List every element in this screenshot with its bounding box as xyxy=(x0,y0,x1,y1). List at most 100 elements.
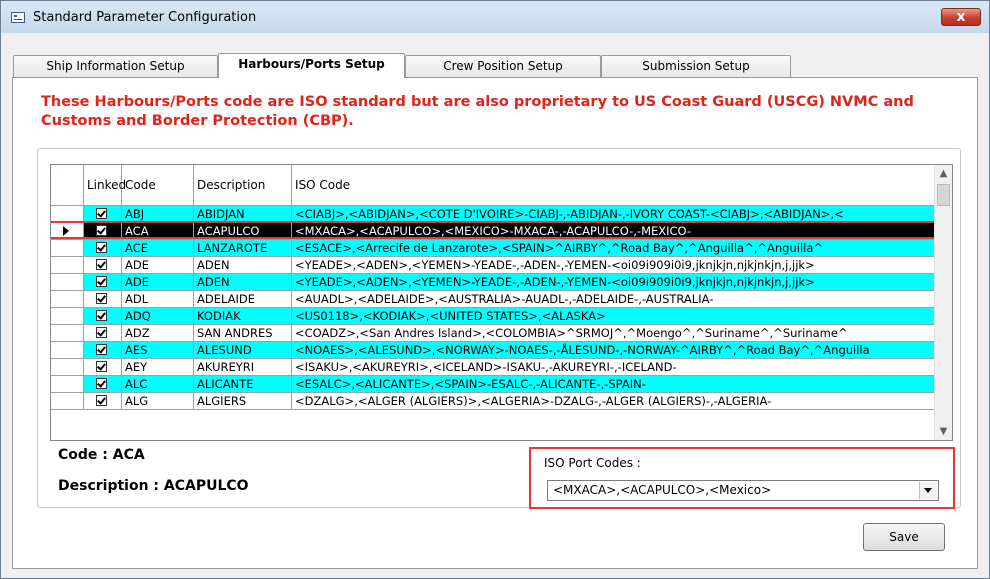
table-row[interactable]: AEY AKUREYRI <ISAKU>,<AKUREYRI>,<ICELAND… xyxy=(51,359,937,376)
linked-checkbox[interactable] xyxy=(96,293,107,304)
config-window: Standard Parameter Configuration x Ship … xyxy=(0,0,990,579)
table-row[interactable]: ADL ADELAIDE <AUADL>,<ADELAIDE>,<AUSTRAL… xyxy=(51,291,937,308)
tab-crew-position[interactable]: Crew Position Setup xyxy=(405,55,601,77)
chevron-down-icon[interactable] xyxy=(919,482,937,499)
linked-cell[interactable] xyxy=(84,325,122,341)
tab-ship-information[interactable]: Ship Information Setup xyxy=(13,55,218,77)
app-icon xyxy=(11,12,25,23)
selected-description-label: Description : ACAPULCO xyxy=(58,478,249,494)
linked-cell[interactable] xyxy=(84,376,122,392)
tab-harbours-ports[interactable]: Harbours/Ports Setup xyxy=(218,53,405,78)
table-row-selected[interactable]: ACA ACAPULCO <MXACA>,<ACAPULCO>,<MEXICO>… xyxy=(51,221,937,240)
header-description[interactable]: Description xyxy=(194,165,292,205)
linked-cell[interactable] xyxy=(84,257,122,273)
iso-code-cell: <DZALG>,<ALGER (ALGIERS)>,<ALGERIA>-DZAL… xyxy=(292,393,937,409)
description-cell: ADEN xyxy=(194,257,292,273)
linked-checkbox[interactable] xyxy=(96,378,107,389)
linked-checkbox[interactable] xyxy=(96,310,107,321)
row-selector[interactable] xyxy=(51,206,84,222)
linked-checkbox[interactable] xyxy=(96,242,107,253)
iso-port-codes-dropdown[interactable]: <MXACA>,<ACAPULCO>,<Mexico> xyxy=(547,480,939,501)
iso-code-cell: <CIABJ>,<ABIDJAN>,<COTE D'IVOIRE>-CIABJ-… xyxy=(292,206,937,222)
table-row[interactable]: ALG ALGIERS <DZALG>,<ALGER (ALGIERS)>,<A… xyxy=(51,393,937,410)
code-cell: ACE xyxy=(122,240,194,256)
iso-code-cell: <YEADE>,<ADEN>,<YEMEN>-YEADE-,-ADEN-,-YE… xyxy=(292,257,937,273)
ports-group: Linked Code Description ISO Code ABJ ABI… xyxy=(37,148,961,509)
linked-cell[interactable] xyxy=(84,308,122,324)
linked-checkbox[interactable] xyxy=(96,225,107,236)
linked-cell[interactable] xyxy=(84,223,122,239)
title-bar: Standard Parameter Configuration x xyxy=(1,1,989,33)
description-cell: LANZAROTE xyxy=(194,240,292,256)
row-selector[interactable] xyxy=(51,291,84,307)
iso-port-codes-value: <MXACA>,<ACAPULCO>,<Mexico> xyxy=(553,483,772,497)
grid-vertical-scrollbar[interactable]: ▲ ▼ xyxy=(934,165,952,440)
code-cell: ADE xyxy=(122,274,194,290)
description-cell: ADEN xyxy=(194,274,292,290)
row-selector[interactable] xyxy=(51,325,84,341)
linked-cell[interactable] xyxy=(84,274,122,290)
iso-port-codes-box: ISO Port Codes : <MXACA>,<ACAPULCO>,<Mex… xyxy=(529,447,955,509)
iso-code-cell: <COADZ>,<San Andres Island>,<COLOMBIA>^S… xyxy=(292,325,937,341)
row-selector[interactable] xyxy=(51,257,84,273)
row-selector[interactable] xyxy=(51,223,84,239)
row-selector[interactable] xyxy=(51,393,84,409)
table-row[interactable]: ALC ALICANTE <ESALC>,<ALICANTE>,<SPAIN>-… xyxy=(51,376,937,393)
ports-grid[interactable]: Linked Code Description ISO Code ABJ ABI… xyxy=(50,164,953,441)
table-row[interactable]: AES ALESUND <NOAES>,<ALESUND>,<NORWAY>-N… xyxy=(51,342,937,359)
linked-cell[interactable] xyxy=(84,206,122,222)
row-selector[interactable] xyxy=(51,342,84,358)
row-selector[interactable] xyxy=(51,240,84,256)
scroll-down-icon[interactable]: ▼ xyxy=(935,423,952,440)
linked-cell[interactable] xyxy=(84,393,122,409)
description-cell: ACAPULCO xyxy=(194,223,292,239)
linked-checkbox[interactable] xyxy=(96,395,107,406)
iso-code-cell: <ESACE>,<Arrecife de Lanzarote>,<SPAIN>^… xyxy=(292,240,937,256)
header-code[interactable]: Code xyxy=(122,165,194,205)
grid-rows: ABJ ABIDJAN <CIABJ>,<ABIDJAN>,<COTE D'IV… xyxy=(51,206,937,410)
iso-code-cell: <ESALC>,<ALICANTE>,<SPAIN>-ESALC-,-ALICA… xyxy=(292,376,937,392)
linked-cell[interactable] xyxy=(84,240,122,256)
linked-cell[interactable] xyxy=(84,342,122,358)
scroll-thumb[interactable] xyxy=(937,184,950,206)
iso-notice: These Harbours/Ports code are ISO standa… xyxy=(41,94,914,129)
linked-checkbox[interactable] xyxy=(96,259,107,270)
table-row[interactable]: ADE ADEN <YEADE>,<ADEN>,<YEMEN>-YEADE-,-… xyxy=(51,274,937,291)
linked-checkbox[interactable] xyxy=(96,361,107,372)
linked-checkbox[interactable] xyxy=(96,344,107,355)
row-selector[interactable] xyxy=(51,359,84,375)
table-row[interactable]: ACE LANZAROTE <ESACE>,<Arrecife de Lanza… xyxy=(51,240,937,257)
tab-submission[interactable]: Submission Setup xyxy=(601,55,791,77)
linked-checkbox[interactable] xyxy=(96,208,107,219)
iso-code-cell: <US0118>,<KODIAK>,<UNITED STATES>,<ALASK… xyxy=(292,308,937,324)
table-row[interactable]: ADQ KODIAK <US0118>,<KODIAK>,<UNITED STA… xyxy=(51,308,937,325)
description-cell: ABIDJAN xyxy=(194,206,292,222)
table-row[interactable]: ADE ADEN <YEADE>,<ADEN>,<YEMEN>-YEADE-,-… xyxy=(51,257,937,274)
selected-code-label: Code : ACA xyxy=(58,447,145,463)
iso-code-cell: <NOAES>,<ALESUND>,<NORWAY>-NOAES-,-ÅLESU… xyxy=(292,342,937,358)
iso-code-cell: <YEADE>,<ADEN>,<YEMEN>-YEADE-,-ADEN-,-YE… xyxy=(292,274,937,290)
row-selector[interactable] xyxy=(51,376,84,392)
header-linked[interactable]: Linked xyxy=(84,165,126,205)
iso-port-codes-label: ISO Port Codes : xyxy=(544,456,641,470)
row-selector[interactable] xyxy=(51,274,84,290)
save-button[interactable]: Save xyxy=(863,523,945,551)
description-cell: SAN ANDRES xyxy=(194,325,292,341)
code-cell: AES xyxy=(122,342,194,358)
window-title: Standard Parameter Configuration xyxy=(33,10,257,25)
table-row[interactable]: ABJ ABIDJAN <CIABJ>,<ABIDJAN>,<COTE D'IV… xyxy=(51,206,937,223)
linked-checkbox[interactable] xyxy=(96,276,107,287)
code-cell: ADL xyxy=(122,291,194,307)
code-cell: AEY xyxy=(122,359,194,375)
table-row[interactable]: ADZ SAN ANDRES <COADZ>,<San Andres Islan… xyxy=(51,325,937,342)
header-iso-code[interactable]: ISO Code xyxy=(292,165,937,205)
header-selector xyxy=(51,165,84,205)
linked-cell[interactable] xyxy=(84,291,122,307)
code-cell: ABJ xyxy=(122,206,194,222)
code-cell: ADQ xyxy=(122,308,194,324)
scroll-up-icon[interactable]: ▲ xyxy=(935,165,952,182)
linked-cell[interactable] xyxy=(84,359,122,375)
row-selector[interactable] xyxy=(51,308,84,324)
linked-checkbox[interactable] xyxy=(96,327,107,338)
close-button[interactable]: x xyxy=(941,8,981,26)
